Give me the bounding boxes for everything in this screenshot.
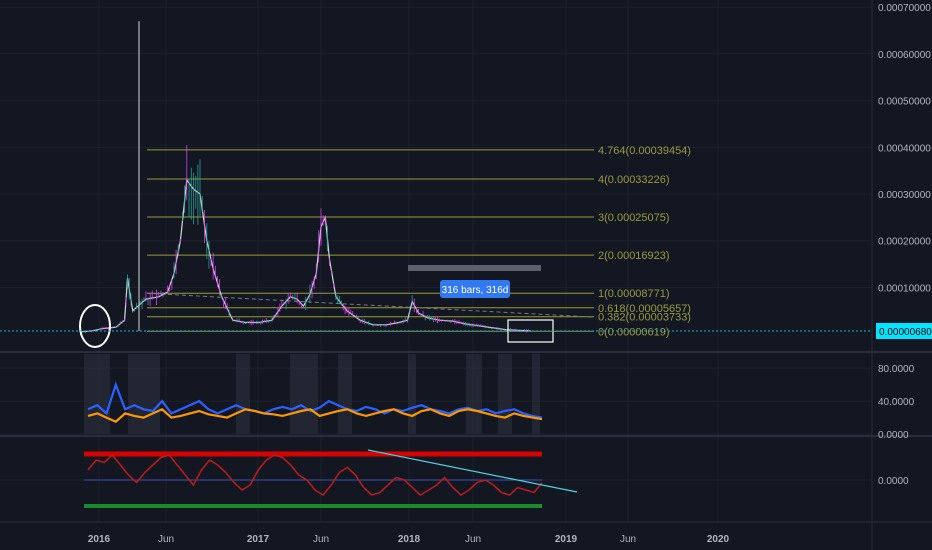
time-tick-label: Jun: [313, 534, 329, 545]
shaded-band: [408, 354, 416, 434]
time-tick-label: 2017: [247, 534, 270, 545]
chart-background: [0, 0, 932, 550]
indicator-2-tick-label: 0.0000: [878, 476, 909, 487]
price-tick-label: 0.00040000: [878, 143, 931, 154]
price-tick-label: 0.00050000: [878, 97, 931, 108]
shaded-band: [532, 354, 540, 434]
shaded-band: [290, 354, 318, 434]
time-tick-label: 2018: [398, 534, 421, 545]
fib-level-label: 2(0.00016923): [598, 250, 670, 262]
bars-range-label: 316 bars, 316d: [442, 285, 509, 296]
price-tick-label: 0.00070000: [878, 3, 931, 14]
shaded-band: [236, 354, 250, 434]
indicator-1-tick-label: 80.0000: [878, 364, 915, 375]
indicator-1-tick-label: 0.0000: [878, 430, 909, 441]
indicator-shading: [84, 354, 540, 434]
price-tick-label: 0.00060000: [878, 50, 931, 61]
fib-level-label: 3(0.00025075): [598, 212, 670, 224]
time-tick-label: Jun: [620, 534, 636, 545]
shaded-band: [84, 354, 110, 434]
fib-level-label: 1(0.00008771): [598, 288, 670, 300]
fib-level-label: 0(0.00000619): [598, 326, 670, 338]
chart-canvas[interactable]: 4.764(0.00039454) 4(0.00033226) 3(0.000250…: [0, 0, 932, 550]
time-tick-label: Jun: [465, 534, 481, 545]
fib-level-label: 4.764(0.00039454): [598, 145, 691, 157]
time-tick-label: 2019: [555, 534, 578, 545]
shaded-band: [466, 354, 482, 434]
time-tick-label: 2016: [88, 534, 111, 545]
last-price-label: 0.00000680: [879, 327, 932, 338]
time-tick-label: Jun: [158, 534, 174, 545]
price-tick-label: 0.00020000: [878, 237, 931, 248]
shaded-band: [498, 354, 512, 434]
indicator-1-tick-label: 40.0000: [878, 397, 915, 408]
time-tick-label: 2020: [707, 534, 730, 545]
shaded-band: [128, 354, 160, 434]
last-price-tag: 0.00000680: [876, 323, 932, 339]
price-tick-label: 0.00010000: [878, 283, 931, 294]
shaded-band: [338, 354, 352, 434]
price-tick-label: 0.00030000: [878, 190, 931, 201]
fib-level-label: 0.382(0.00003733): [598, 312, 691, 324]
bars-range-tooltip: 316 bars, 316d: [440, 280, 510, 298]
fib-level-label: 4(0.00033226): [598, 174, 670, 186]
date-range-bar[interactable]: [408, 265, 541, 271]
